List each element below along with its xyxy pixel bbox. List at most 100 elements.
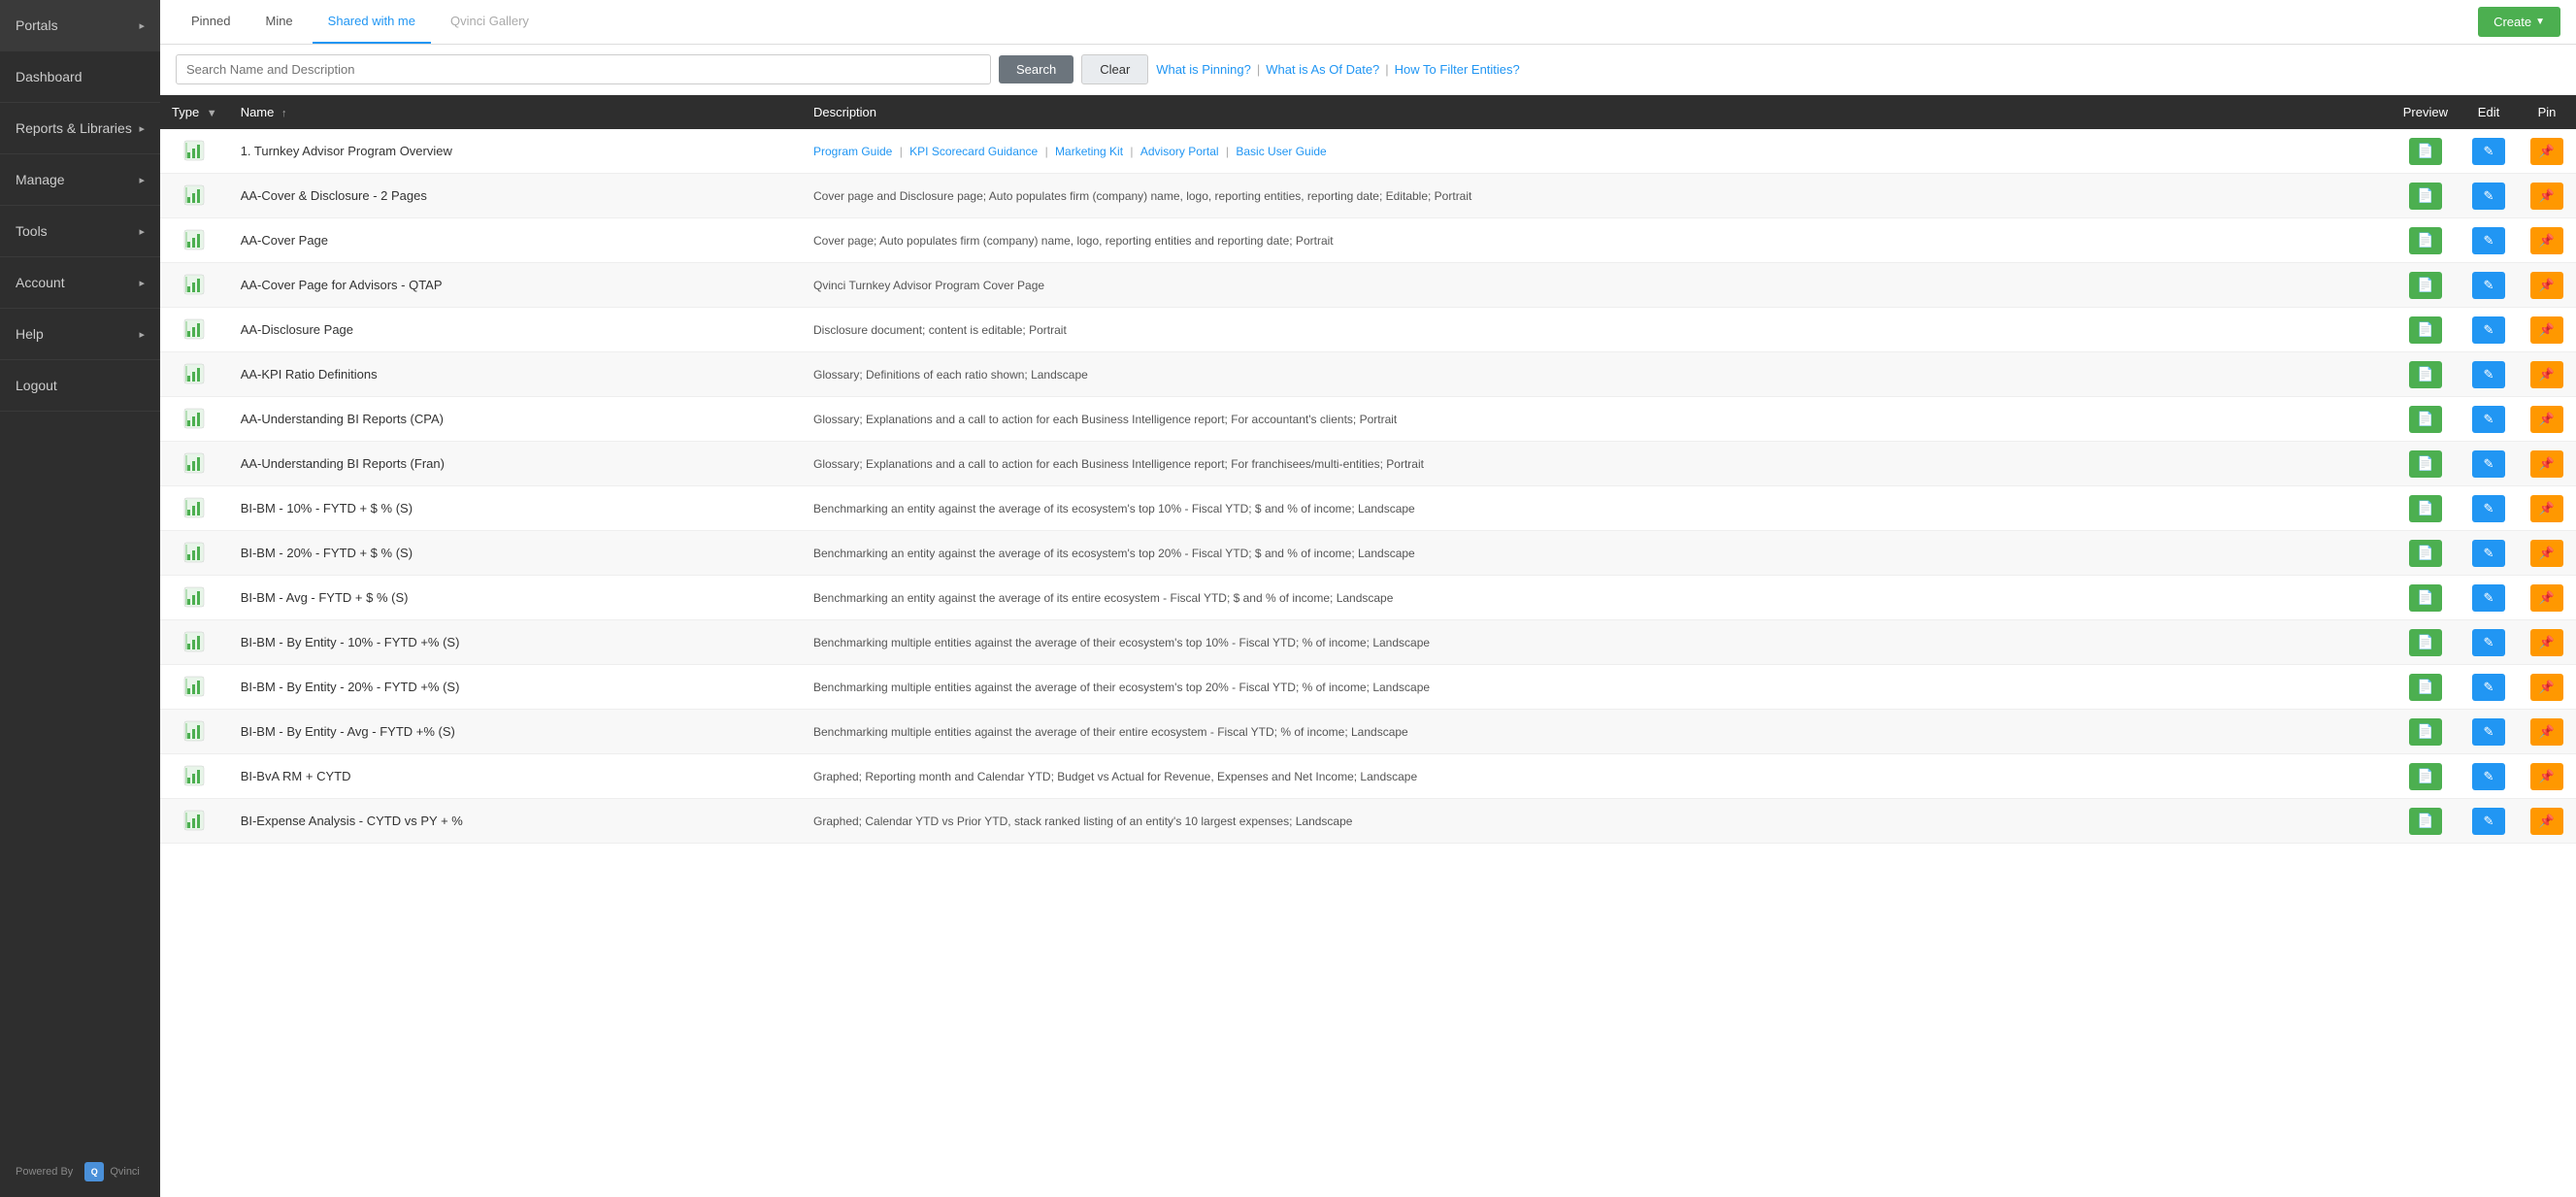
edit-button[interactable]: ✎ [2472,361,2505,388]
pin-button[interactable]: 📌 [2530,763,2563,790]
edit-button[interactable]: ✎ [2472,540,2505,567]
desc-link[interactable]: Advisory Portal [1140,145,1219,158]
edit-button[interactable]: ✎ [2472,808,2505,835]
preview-button[interactable]: 📄 [2409,495,2442,522]
brand-name: Qvinci [110,1166,140,1178]
preview-button[interactable]: 📄 [2409,540,2442,567]
sidebar-item-label: Help [16,326,44,342]
table-row: AA-Cover & Disclosure - 2 PagesCover pag… [160,174,2576,218]
preview-button[interactable]: 📄 [2409,406,2442,433]
pin-button[interactable]: 📌 [2530,674,2563,701]
name-cell: BI-BM - By Entity - 10% - FYTD +% (S) [229,620,802,665]
pin-button[interactable]: 📌 [2530,227,2563,254]
search-button[interactable]: Search [999,55,1073,83]
pin-button[interactable]: 📌 [2530,584,2563,612]
help-link-asofdate[interactable]: What is As Of Date? [1266,62,1379,77]
preview-cell: 📄 [2392,620,2460,665]
pin-button[interactable]: 📌 [2530,495,2563,522]
pin-button[interactable]: 📌 [2530,450,2563,478]
edit-button[interactable]: ✎ [2472,674,2505,701]
type-cell [160,218,229,263]
pin-button[interactable]: 📌 [2530,540,2563,567]
desc-link[interactable]: Program Guide [813,145,892,158]
type-cell [160,174,229,218]
desc-link[interactable]: Marketing Kit [1055,145,1123,158]
dropdown-arrow-icon: ▼ [2535,17,2545,27]
desc-cell: Benchmarking an entity against the avera… [802,531,2392,576]
table-row: BI-BM - 10% - FYTD + $ % (S)Benchmarking… [160,486,2576,531]
search-bar: Search Clear What is Pinning? | What is … [160,45,2576,95]
sidebar-item-account[interactable]: Account ▸ [0,257,160,309]
sidebar-item-reports-libraries[interactable]: Reports & Libraries ▸ [0,103,160,154]
tab-shared-with-me[interactable]: Shared with me [313,0,431,44]
edit-button[interactable]: ✎ [2472,763,2505,790]
edit-button[interactable]: ✎ [2472,450,2505,478]
pin-button[interactable]: 📌 [2530,406,2563,433]
edit-button[interactable]: ✎ [2472,718,2505,746]
desc-link[interactable]: Basic User Guide [1236,145,1326,158]
pin-button[interactable]: 📌 [2530,718,2563,746]
edit-button[interactable]: ✎ [2472,183,2505,210]
pin-cell: 📌 [2518,397,2576,442]
pin-button[interactable]: 📌 [2530,629,2563,656]
edit-button[interactable]: ✎ [2472,406,2505,433]
desc-link[interactable]: KPI Scorecard Guidance [909,145,1038,158]
clear-button[interactable]: Clear [1081,54,1148,84]
pin-button[interactable]: 📌 [2530,316,2563,344]
edit-button[interactable]: ✎ [2472,495,2505,522]
tab-mine[interactable]: Mine [249,0,308,44]
edit-button[interactable]: ✎ [2472,316,2505,344]
edit-button[interactable]: ✎ [2472,272,2505,299]
tab-pinned[interactable]: Pinned [176,0,246,44]
preview-cell: 📄 [2392,665,2460,710]
preview-button[interactable]: 📄 [2409,361,2442,388]
preview-button[interactable]: 📄 [2409,674,2442,701]
type-cell [160,129,229,174]
edit-button[interactable]: ✎ [2472,227,2505,254]
preview-button[interactable]: 📄 [2409,450,2442,478]
type-cell [160,352,229,397]
help-link-filter[interactable]: How To Filter Entities? [1395,62,1520,77]
edit-button[interactable]: ✎ [2472,629,2505,656]
preview-cell: 📄 [2392,352,2460,397]
name-cell: BI-BvA RM + CYTD [229,754,802,799]
preview-button[interactable]: 📄 [2409,316,2442,344]
edit-button[interactable]: ✎ [2472,584,2505,612]
pin-button[interactable]: 📌 [2530,183,2563,210]
edit-cell: ✎ [2460,442,2518,486]
edit-cell: ✎ [2460,308,2518,352]
preview-button[interactable]: 📄 [2409,763,2442,790]
col-header-name[interactable]: Name ↑ [229,95,802,129]
sidebar-item-manage[interactable]: Manage ▸ [0,154,160,206]
preview-button[interactable]: 📄 [2409,629,2442,656]
edit-cell: ✎ [2460,486,2518,531]
pin-button[interactable]: 📌 [2530,361,2563,388]
pin-cell: 📌 [2518,754,2576,799]
preview-button[interactable]: 📄 [2409,272,2442,299]
sidebar-item-help[interactable]: Help ▸ [0,309,160,360]
create-button[interactable]: Create ▼ [2478,7,2560,37]
pin-button[interactable]: 📌 [2530,272,2563,299]
report-type-icon [181,316,208,343]
table-row: AA-KPI Ratio DefinitionsGlossary; Defini… [160,352,2576,397]
preview-button[interactable]: 📄 [2409,138,2442,165]
pin-cell: 📌 [2518,665,2576,710]
sidebar-item-portals[interactable]: Portals ▸ [0,0,160,51]
preview-button[interactable]: 📄 [2409,584,2442,612]
table-row: AA-Understanding BI Reports (Fran)Glossa… [160,442,2576,486]
help-link-pinning[interactable]: What is Pinning? [1156,62,1251,77]
sidebar-item-dashboard[interactable]: Dashboard [0,51,160,103]
edit-button[interactable]: ✎ [2472,138,2505,165]
pin-button[interactable]: 📌 [2530,138,2563,165]
pin-button[interactable]: 📌 [2530,808,2563,835]
search-input[interactable] [176,54,991,84]
preview-cell: 📄 [2392,799,2460,844]
sidebar-item-tools[interactable]: Tools ▸ [0,206,160,257]
report-type-icon [181,360,208,387]
sidebar-item-logout[interactable]: Logout [0,360,160,412]
preview-button[interactable]: 📄 [2409,183,2442,210]
preview-button[interactable]: 📄 [2409,718,2442,746]
preview-button[interactable]: 📄 [2409,808,2442,835]
sidebar-item-label: Manage [16,172,65,187]
preview-button[interactable]: 📄 [2409,227,2442,254]
